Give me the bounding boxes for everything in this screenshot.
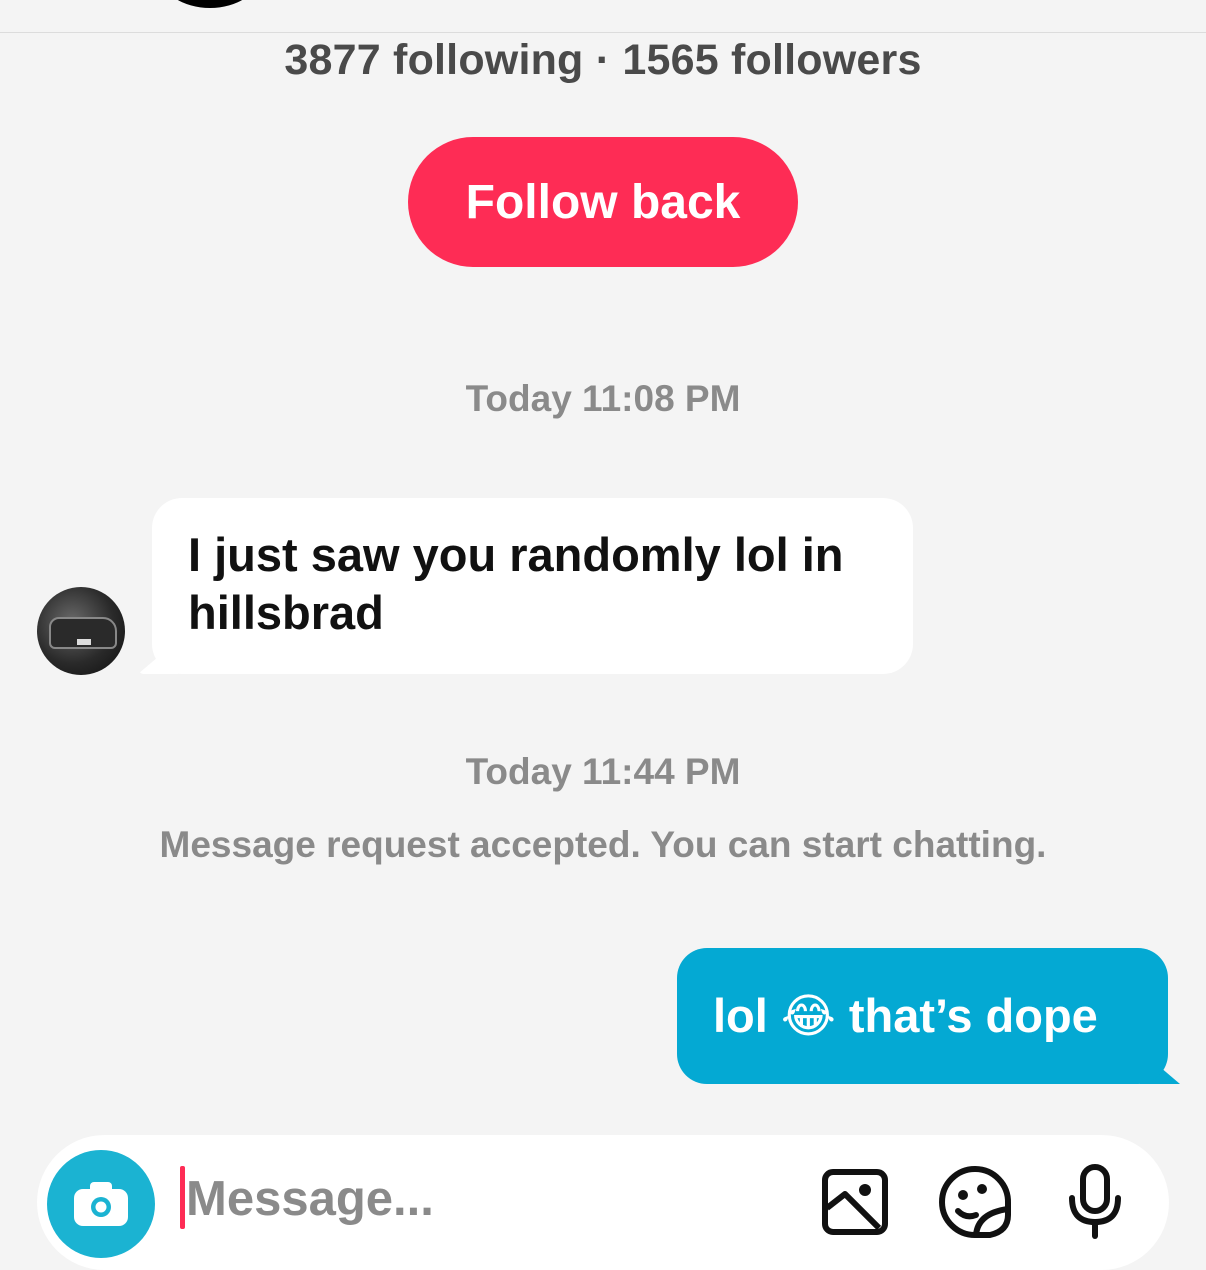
sticker-button[interactable]	[937, 1164, 1013, 1240]
microphone-button[interactable]	[1057, 1164, 1133, 1240]
camera-button[interactable]	[47, 1150, 155, 1258]
following-label: following	[393, 36, 584, 84]
profile-avatar[interactable]	[160, 0, 260, 8]
gallery-button[interactable]	[817, 1164, 893, 1240]
message-timestamp: Today 11:44 PM	[465, 751, 741, 792]
following-count: 3877	[284, 36, 381, 84]
text-caret	[180, 1166, 185, 1229]
follow-back-button[interactable]: Follow back	[408, 137, 798, 267]
camera-icon	[74, 1182, 128, 1226]
gallery-icon	[822, 1169, 888, 1235]
followers-label: followers	[731, 36, 922, 84]
incoming-message-bubble[interactable]: I just saw you randomly lol in hillsbrad	[152, 498, 913, 674]
header-divider	[0, 32, 1206, 33]
outgoing-message-bubble[interactable]: lol 😂 that’s dope	[677, 948, 1168, 1084]
followers-count: 1565	[622, 36, 719, 84]
message-timestamp: Today 11:08 PM	[465, 378, 741, 419]
microphone-icon	[1069, 1164, 1121, 1239]
system-notice: Message request accepted. You can start …	[159, 824, 1047, 865]
follow-stats: 3877 following · 1565 followers	[0, 36, 1206, 85]
message-input[interactable]	[186, 1164, 686, 1234]
plate-image	[77, 639, 91, 645]
stats-separator: ·	[595, 36, 611, 84]
sticker-icon	[939, 1166, 1012, 1239]
sender-avatar[interactable]	[37, 587, 125, 675]
